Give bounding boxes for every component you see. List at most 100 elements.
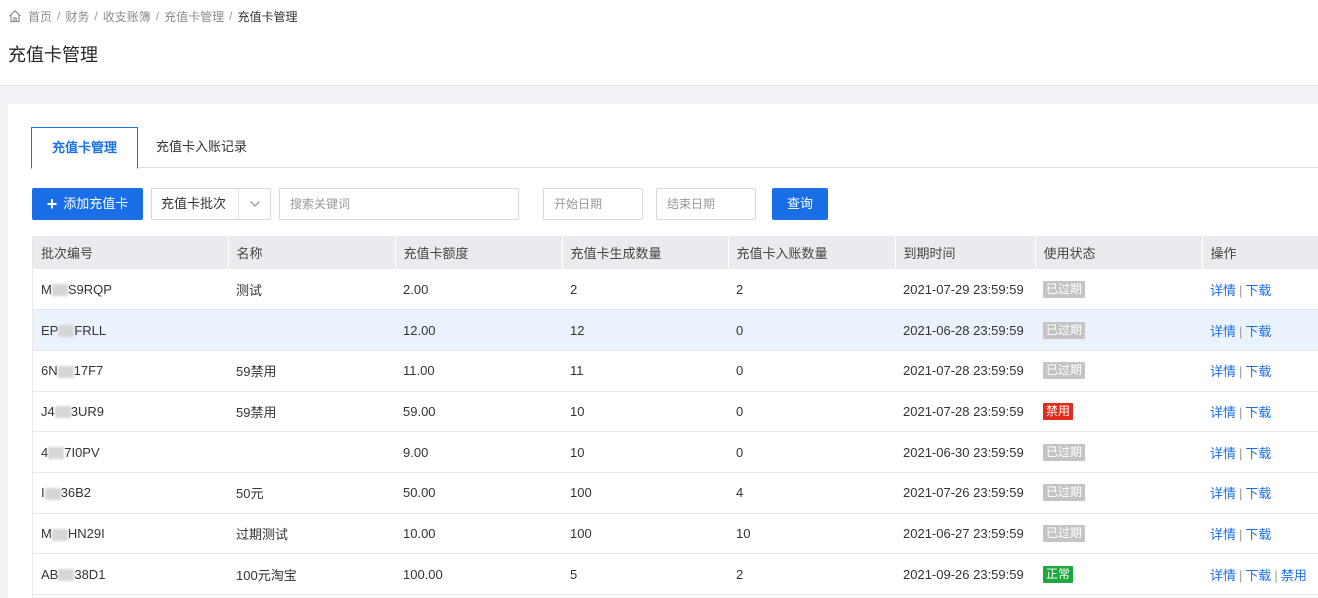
batch-code-suffix: S9RQP — [67, 281, 112, 297]
cell-amount: 9.00 — [395, 431, 562, 473]
add-card-button[interactable]: + 添加充值卡 — [32, 188, 143, 220]
cell-credited-count: 2 — [728, 269, 895, 311]
detail-link[interactable]: 详情 — [1210, 283, 1236, 298]
cell-name — [228, 431, 395, 473]
cell-generated-count: 12 — [562, 309, 728, 351]
cell-name: 50元 — [228, 472, 395, 514]
cell-name — [228, 309, 395, 351]
download-link[interactable]: 下载 — [1245, 486, 1271, 501]
batch-select[interactable]: 充值卡批次 — [151, 188, 271, 220]
detail-link[interactable]: 详情 — [1210, 364, 1236, 379]
batch-code-suffix: HN29I — [67, 525, 105, 541]
cell-generated-count: 11 — [562, 350, 728, 392]
masked-code-segment — [57, 365, 74, 378]
cell-status: 已过期 — [1035, 309, 1202, 351]
status-badge: 已过期 — [1043, 321, 1086, 339]
table-row[interactable]: M S9RQP 测试 2.00 2 2 2021-07-29 23:59:59 已过期 详情 | 下… — [33, 269, 1318, 311]
detail-link[interactable]: 详情 — [1210, 568, 1236, 583]
cell-credited-count: 2 — [728, 553, 895, 595]
page-header: 首页 / 财务 / 收支账簿 / 充值卡管理 / 充值卡管理 充值卡管理 — [0, 0, 1318, 86]
breadcrumb-ledger[interactable]: 收支账簿 — [103, 8, 151, 25]
breadcrumb-card-mgmt[interactable]: 充值卡管理 — [164, 8, 224, 25]
batch-select-value: 充值卡批次 — [161, 196, 227, 211]
breadcrumb-separator: / — [94, 9, 98, 23]
detail-link[interactable]: 详情 — [1210, 405, 1236, 420]
cell-expire-time: 2021-06-28 23:59:59 — [895, 309, 1035, 351]
status-badge: 已过期 — [1043, 443, 1086, 461]
chevron-down-icon[interactable] — [238, 189, 270, 219]
cell-amount: 50.00 — [395, 472, 562, 514]
cell-expire-time: 2021-06-30 23:59:59 — [895, 431, 1035, 473]
cell-generated-count: 5 — [562, 553, 728, 595]
disable-link[interactable]: 禁用 — [1281, 568, 1307, 583]
cell-credited-count: 0 — [728, 431, 895, 473]
end-date-input[interactable] — [656, 188, 756, 220]
cell-actions: 详情 | 下载 — [1202, 391, 1318, 433]
tab-card-credit-records[interactable]: 充值卡入账记录 — [136, 127, 267, 168]
table-row[interactable]: EP FRLL 12.00 12 0 2021-06-28 23:59:59 已过期 详情 | 下… — [33, 309, 1318, 351]
cell-batch-code: EP FRLL — [33, 309, 228, 351]
download-link[interactable]: 下载 — [1245, 527, 1271, 542]
masked-code-segment — [51, 284, 68, 297]
header-status: 使用状态 — [1035, 236, 1203, 269]
download-link[interactable]: 下载 — [1245, 283, 1271, 298]
start-date-input[interactable] — [543, 188, 643, 220]
cell-batch-code: 6N 17F7 — [33, 350, 228, 392]
op-separator: | — [1239, 486, 1243, 502]
cell-name: 59禁用 — [228, 391, 395, 433]
tab-bar: 充值卡管理 充值卡入账记录 — [31, 127, 1318, 169]
download-link[interactable]: 下载 — [1245, 568, 1271, 583]
download-link[interactable]: 下载 — [1245, 364, 1271, 379]
query-button[interactable]: 查询 — [772, 188, 828, 220]
header-generated-count: 充值卡生成数量 — [562, 236, 729, 269]
cell-status: 已过期 — [1035, 513, 1202, 555]
status-badge: 禁用 — [1043, 402, 1074, 420]
table-row[interactable]: J4 3UR9 59禁用 59.00 10 0 2021-07-28 23:59:59 禁用 详… — [33, 391, 1318, 433]
detail-link[interactable]: 详情 — [1210, 446, 1236, 461]
op-separator: | — [1239, 282, 1243, 298]
cell-status: 禁用 — [1035, 391, 1202, 433]
home-icon[interactable] — [8, 9, 22, 23]
cell-credited-count: 4 — [728, 472, 895, 514]
cell-batch-code: 4 7I0PV — [33, 431, 228, 473]
cell-expire-time: 2021-07-28 23:59:59 — [895, 391, 1035, 433]
cell-expire-time: 2021-07-28 23:59:59 — [895, 350, 1035, 392]
op-separator: | — [1239, 364, 1243, 380]
batch-code-suffix: 36B2 — [60, 485, 91, 501]
cell-generated-count: 100 — [562, 513, 728, 555]
tab-card-management[interactable]: 充值卡管理 — [31, 127, 138, 169]
card-batch-table: 批次编号 名称 充值卡额度 充值卡生成数量 充值卡入账数量 到期时间 使用状态 … — [32, 236, 1318, 598]
header-name: 名称 — [228, 236, 396, 269]
header-batch-code: 批次编号 — [33, 236, 229, 269]
table-row[interactable]: 6N 17F7 59禁用 11.00 11 0 2021-07-28 23:59:59 已过期… — [33, 350, 1318, 392]
breadcrumb-separator: / — [57, 9, 61, 23]
table-row[interactable]: 4 7I0PV 9.00 10 0 2021-06-30 23:59:59 已过期 详情 | 下载 — [33, 431, 1318, 473]
cell-name: 100元淘宝 — [228, 553, 395, 595]
search-input[interactable] — [279, 188, 519, 220]
download-link[interactable]: 下载 — [1245, 446, 1271, 461]
op-separator: | — [1239, 526, 1243, 542]
detail-link[interactable]: 详情 — [1210, 324, 1236, 339]
table-row[interactable]: M HN29I 过期测试 10.00 100 10 2021-06-27 23:59:59 已… — [33, 513, 1318, 555]
table-row[interactable]: AB 38D1 100元淘宝 100.00 5 2 2021-09-26 23:59:59 正… — [33, 553, 1318, 595]
detail-link[interactable]: 详情 — [1210, 527, 1236, 542]
header-credited-count: 充值卡入账数量 — [728, 236, 896, 269]
cell-generated-count: 10 — [562, 431, 728, 473]
cell-credited-count: 0 — [728, 391, 895, 433]
cell-batch-code: M HN29I — [33, 513, 228, 555]
breadcrumb-separator: / — [155, 9, 160, 23]
download-link[interactable]: 下载 — [1245, 324, 1271, 339]
cell-name: 59禁用 — [228, 350, 395, 392]
cell-generated-count: 100 — [562, 472, 728, 514]
detail-link[interactable]: 详情 — [1210, 486, 1236, 501]
masked-code-segment — [58, 325, 75, 338]
breadcrumb-home[interactable]: 首页 — [28, 8, 52, 25]
download-link[interactable]: 下载 — [1245, 405, 1271, 420]
cell-amount: 10.00 — [395, 513, 562, 555]
header-expire-time: 到期时间 — [895, 236, 1036, 269]
breadcrumb-finance[interactable]: 财务 — [65, 8, 89, 25]
table-header-row: 批次编号 名称 充值卡额度 充值卡生成数量 充值卡入账数量 到期时间 使用状态 … — [33, 236, 1318, 269]
status-badge: 已过期 — [1043, 280, 1086, 298]
cell-actions: 详情 | 下载 — [1202, 309, 1318, 351]
table-row[interactable]: I 36B2 50元 50.00 100 4 2021-07-26 23:59:59 已过期 详… — [33, 472, 1318, 514]
